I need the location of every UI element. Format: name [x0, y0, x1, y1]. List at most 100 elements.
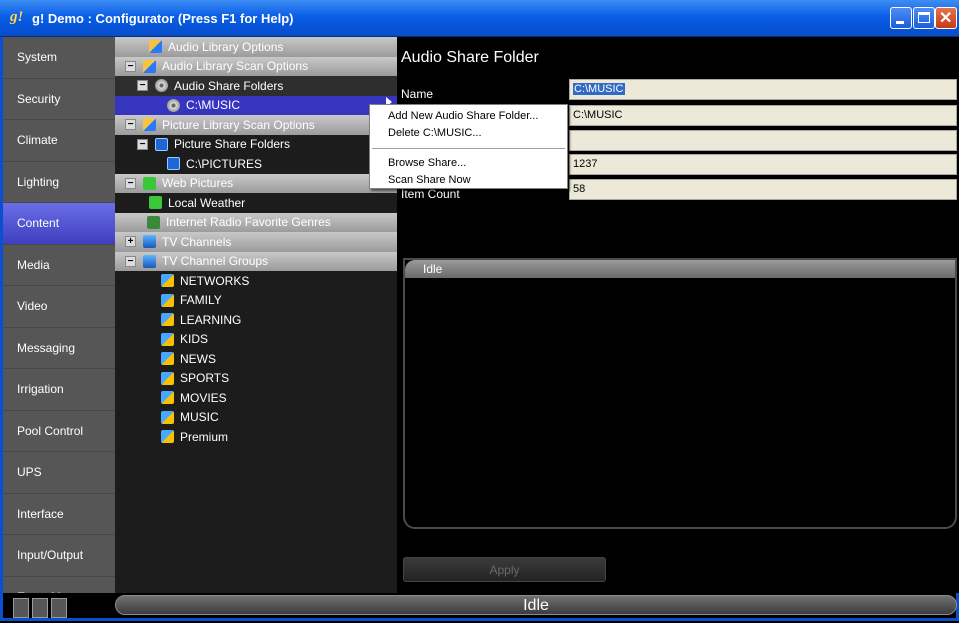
- path-field[interactable]: C:\MUSIC: [569, 105, 957, 126]
- tree-row-label: MUSIC: [180, 410, 219, 425]
- tree-row[interactable]: − Audio Share Folders: [115, 76, 397, 96]
- detail-heading: Audio Share Folder: [401, 49, 539, 66]
- network-icon: [161, 313, 174, 327]
- tree-row[interactable]: − TV Channel Groups: [115, 251, 397, 271]
- app-logo: g!: [10, 9, 24, 25]
- tree-row[interactable]: − Picture Share Folders: [115, 135, 397, 155]
- tree-row-label: Picture Share Folders: [174, 137, 291, 152]
- status-indicators: [13, 598, 70, 623]
- maximize-button[interactable]: [913, 7, 935, 29]
- tree-row[interactable]: Internet Radio Favorite Genres: [115, 212, 397, 232]
- network-icon: [161, 371, 174, 385]
- tree-row[interactable]: SPORTS: [115, 369, 397, 389]
- tree-row-label: Audio Share Folders: [174, 78, 284, 93]
- indicator-box: [13, 598, 29, 618]
- tree-row-label: Picture Library Scan Options: [162, 117, 315, 132]
- collapse-icon[interactable]: −: [125, 177, 136, 189]
- tree-row-label: Audio Library Scan Options: [162, 59, 309, 74]
- collapse-icon[interactable]: −: [125, 255, 136, 267]
- minimize-icon: [896, 21, 904, 24]
- sidebar-item-video[interactable]: Video: [3, 286, 115, 328]
- cd-icon: [155, 79, 168, 93]
- context-menu: Add New Audio Share Folder... Delete C:\M…: [369, 104, 568, 189]
- count-field[interactable]: 1237: [569, 154, 957, 175]
- menu-item[interactable]: Add New Audio Share Folder...: [370, 108, 567, 125]
- sidebar-item-ups[interactable]: UPS: [3, 452, 115, 494]
- config-tree: Audio Library Options − Audio Library Scan…: [115, 37, 397, 593]
- tree-row[interactable]: NETWORKS: [115, 271, 397, 291]
- tree-row-label: Premium: [180, 429, 229, 444]
- tree-row[interactable]: NEWS: [115, 349, 397, 369]
- tree-row[interactable]: Local Weather: [115, 193, 397, 213]
- empty-field[interactable]: [569, 130, 957, 151]
- tree-row-label: Audio Library Options: [168, 39, 284, 54]
- sidebar-item-content[interactable]: Content: [3, 203, 115, 245]
- tree-row-label: NEWS: [180, 351, 216, 366]
- collapse-icon[interactable]: −: [137, 80, 148, 92]
- tree-row[interactable]: + TV Channels: [115, 232, 397, 252]
- menu-item[interactable]: Browse Share...: [370, 155, 567, 172]
- sidebar-item-security[interactable]: Security: [3, 78, 115, 120]
- log-title: Idle: [405, 260, 955, 278]
- expand-icon[interactable]: +: [125, 236, 136, 248]
- path-value: C:\MUSIC: [573, 109, 623, 121]
- network-icon: [161, 352, 174, 366]
- network-icon: [161, 410, 174, 424]
- tree-row-label: KIDS: [180, 332, 209, 347]
- sidebar-item-climate[interactable]: Climate: [3, 120, 115, 162]
- count-value: 1237: [573, 158, 598, 170]
- tree-row[interactable]: KIDS: [115, 330, 397, 350]
- sidebar-item-messaging[interactable]: Messaging: [3, 327, 115, 369]
- sidebar-item-irrigation[interactable]: Irrigation: [3, 369, 115, 411]
- tree-row[interactable]: MOVIES: [115, 388, 397, 408]
- network-icon: [161, 332, 174, 346]
- sidebar-item-media[interactable]: Media: [3, 244, 115, 286]
- tree-row[interactable]: MUSIC: [115, 408, 397, 428]
- item-count-value: 58: [573, 183, 586, 195]
- maximize-icon: [918, 12, 930, 23]
- tree-row[interactable]: C:\MUSIC: [115, 95, 397, 115]
- name-label: Name: [401, 87, 434, 101]
- tree-row-label: MOVIES: [180, 390, 227, 405]
- status-text: Idle: [115, 595, 957, 615]
- title-bar[interactable]: g! g! Demo : Configurator (Press F1 for …: [0, 0, 959, 37]
- tree-row[interactable]: FAMILY: [115, 291, 397, 311]
- item-count-field[interactable]: 58: [569, 179, 957, 200]
- network-icon: [161, 430, 174, 444]
- tree-row[interactable]: − Audio Library Scan Options: [115, 56, 397, 76]
- tree-row[interactable]: C:\PICTURES: [115, 154, 397, 174]
- tree-row[interactable]: Premium: [115, 427, 397, 447]
- tree-row-label: Web Pictures: [162, 176, 234, 191]
- sidebar-item-input-output[interactable]: Input/Output: [3, 535, 115, 577]
- window-title: g! Demo : Configurator (Press F1 for Hel…: [32, 11, 294, 26]
- name-field[interactable]: C:\MUSIC: [569, 79, 957, 100]
- sidebar-item-pool-control[interactable]: Pool Control: [3, 410, 115, 452]
- tree-row-label: TV Channel Groups: [162, 254, 269, 269]
- tree-row[interactable]: Audio Library Options: [115, 37, 397, 57]
- sidebar-item-system[interactable]: System: [3, 37, 115, 79]
- close-icon: ✕: [939, 10, 953, 27]
- category-sidebar: System Security Climate Lighting Content Medi…: [3, 37, 115, 612]
- menu-item[interactable]: Scan Share Now: [370, 172, 567, 189]
- tv-icon: [143, 254, 156, 268]
- collapse-icon[interactable]: −: [125, 119, 136, 131]
- apply-button[interactable]: Apply: [403, 557, 606, 582]
- web-icon: [143, 176, 156, 190]
- menu-item[interactable]: Delete C:\MUSIC...: [370, 125, 567, 142]
- tree-row-label: C:\PICTURES: [186, 156, 263, 171]
- tree-row-label: C:\MUSIC: [186, 98, 240, 113]
- tree-row[interactable]: − Web Pictures: [115, 173, 397, 193]
- log-panel[interactable]: Idle: [403, 258, 957, 529]
- collapse-icon[interactable]: −: [137, 138, 148, 150]
- network-icon: [161, 391, 174, 405]
- network-icon: [161, 293, 174, 307]
- tree-row[interactable]: − Picture Library Scan Options: [115, 115, 397, 135]
- tree-row-label: SPORTS: [180, 371, 230, 386]
- minimize-button[interactable]: [890, 7, 912, 29]
- tree-row-label: FAMILY: [180, 293, 222, 308]
- sidebar-item-lighting[interactable]: Lighting: [3, 161, 115, 203]
- close-button[interactable]: ✕: [935, 7, 957, 29]
- tree-row[interactable]: LEARNING: [115, 310, 397, 330]
- collapse-icon[interactable]: −: [125, 60, 136, 72]
- sidebar-item-interface[interactable]: Interface: [3, 493, 115, 535]
